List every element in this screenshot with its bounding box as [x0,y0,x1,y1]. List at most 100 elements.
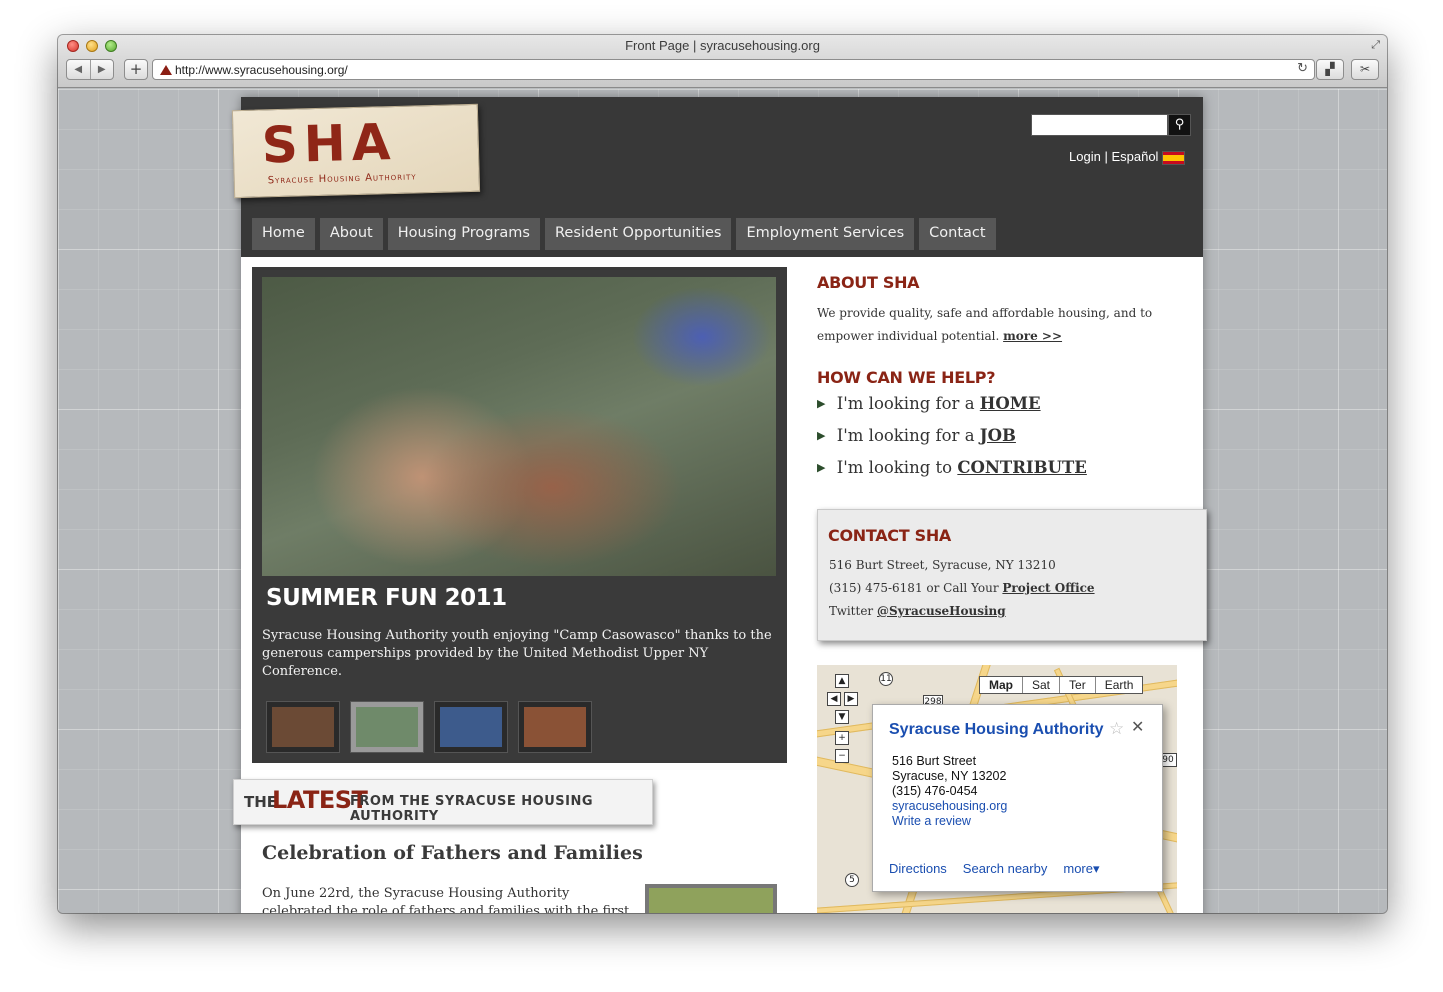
browser-toolbar: Front Page | syracusehousing.org ⤢ ◀ ▶ +… [58,35,1387,88]
close-icon[interactable]: ✕ [1131,717,1144,736]
slideshow-thumbnail[interactable] [518,701,592,753]
info-window-title[interactable]: Syracuse Housing Authority [889,721,1104,739]
hero-photo[interactable] [262,277,776,576]
contact-twitter: Twitter @SyracuseHousing [829,604,1006,618]
search-button[interactable]: ⚲ [1168,114,1191,136]
star-icon[interactable]: ☆ [1109,719,1124,739]
url-text[interactable]: http://www.syracusehousing.org/ [175,63,348,77]
info-phone: (315) 476-0454 [892,784,978,798]
nav-item-home[interactable]: Home [252,218,315,250]
nav-item-about[interactable]: About [319,218,383,250]
feature-slideshow: SUMMER FUN 2011 Syracuse Housing Authori… [252,267,787,763]
arrow-right-icon: ▶ [817,461,826,474]
post-thumbnail[interactable] [645,884,777,913]
nav-item-employment-services[interactable]: Employment Services [736,218,915,250]
zoom-out-icon[interactable]: − [835,749,849,763]
search-nearby-link[interactable]: Search nearby [963,861,1048,877]
nav-item-resident-opportunities[interactable]: Resident Opportunities [545,218,732,250]
help-item-job: ▶ I'm looking for a JOB [817,426,1087,458]
map-type-control: Map Sat Ter Earth [979,676,1144,694]
about-text: We provide quality, safe and affordable … [817,302,1157,348]
back-forward-buttons: ◀ ▶ [66,59,114,80]
sha-logo[interactable]: SHA Syracuse Housing Authority [231,103,481,199]
info-review-link[interactable]: Write a review [892,814,971,828]
hero-caption: SUMMER FUN 2011 [266,585,507,611]
fullscreen-icon[interactable]: ⤢ [1371,38,1380,52]
slideshow-thumbnail[interactable] [434,701,508,753]
pan-right-icon[interactable]: ▶ [844,692,858,706]
chevron-down-icon: ▾ [1092,861,1100,876]
search-icon: ⚲ [1174,117,1185,132]
map-type-map[interactable]: Map [980,677,1022,693]
browser-window: Front Page | syracusehousing.org ⤢ ◀ ▶ +… [58,35,1387,913]
twitter-label: Twitter [829,604,874,618]
info-city: Syracuse, NY 13202 [892,769,1007,783]
info-website-link[interactable]: syracusehousing.org [892,799,1007,813]
contact-address: 516 Burt Street, Syracuse, NY 13210 [829,558,1056,572]
forward-arrow-icon[interactable]: ▶ [89,60,114,79]
hero-description: Syracuse Housing Authority youth enjoyin… [262,628,772,679]
map-type-earth[interactable]: Earth [1094,677,1143,693]
reload-icon[interactable]: ↻ [1297,61,1308,76]
contact-phone: (315) 475-6181 or Call Your Project Offi… [829,581,1095,595]
pan-up-icon[interactable]: ▲ [835,674,849,688]
post-title[interactable]: Celebration of Fathers and Families [262,842,643,864]
map-type-ter[interactable]: Ter [1059,677,1095,693]
about-heading: ABOUT SHA [817,273,920,292]
map-type-sat[interactable]: Sat [1022,677,1059,693]
about-more-link[interactable]: more >> [1003,329,1062,343]
help-link-home[interactable]: HOME [980,394,1041,413]
add-bookmark-button[interactable]: + [124,59,148,80]
main-nav: Home About Housing Programs Resident Opp… [252,218,996,250]
help-heading: HOW CAN WE HELP? [817,368,996,387]
slideshow-thumbnail[interactable] [350,701,424,753]
arrow-right-icon: ▶ [817,397,826,410]
pan-left-icon[interactable]: ◀ [827,692,841,706]
contact-phone-text: (315) 475-6181 or Call Your [829,581,999,595]
help-link-job[interactable]: JOB [980,426,1016,445]
site-container: SHA Syracuse Housing Authority ⚲ Login |… [231,97,1207,913]
zoom-in-icon[interactable]: + [835,731,849,745]
tab-overview-button[interactable]: ▞ [1316,59,1344,80]
top-links: Login | Español [1069,149,1158,164]
help-item-home: ▶ I'm looking for a HOME [817,394,1087,426]
slideshow-thumbnail[interactable] [266,701,340,753]
map-info-window: Syracuse Housing Authority ☆ ✕ 516 Burt … [872,704,1163,892]
post-excerpt: On June 22rd, the Syracuse Housing Autho… [262,886,630,913]
login-link[interactable]: Login [1069,149,1101,164]
latest-banner: THE LATEST FROM THE SYRACUSE HOUSING AUT… [233,779,653,825]
site-header: SHA Syracuse Housing Authority ⚲ Login |… [231,97,1203,257]
project-office-link[interactable]: Project Office [1002,581,1094,595]
page-viewport: SHA Syracuse Housing Authority ⚲ Login |… [58,89,1387,913]
top-links-separator: | [1104,149,1108,164]
map-route-label: 11 [879,672,893,686]
google-map[interactable]: Map Sat Ter Earth ▲ ◀ ▶ ▼ + − 11 298 90 … [817,665,1177,913]
more-link[interactable]: more▾ [1063,861,1099,877]
back-arrow-icon[interactable]: ◀ [67,60,90,79]
screenshot-button[interactable]: ✂ [1351,59,1379,80]
help-item-prefix: I'm looking for a [836,394,975,413]
logo-mark: SHA [261,112,398,175]
help-item-contribute: ▶ I'm looking to CONTRIBUTE [817,458,1087,490]
info-street: 516 Burt Street [892,754,977,768]
contact-box: CONTACT SHA 516 Burt Street, Syracuse, N… [817,509,1207,641]
map-route-label: 5 [845,873,859,887]
window-title: Front Page | syracusehousing.org [625,38,820,53]
twitter-handle-link[interactable]: @SyracuseHousing [877,604,1006,618]
address-bar[interactable]: http://www.syracusehousing.org/ ↻ [152,59,1315,80]
spain-flag-icon[interactable] [1162,151,1185,165]
slideshow-thumbnails [266,701,592,753]
info-window-actions: Directions Search nearby more▾ [889,861,1100,877]
pan-down-icon[interactable]: ▼ [835,710,849,724]
nav-item-contact[interactable]: Contact [919,218,996,250]
help-list: ▶ I'm looking for a HOME ▶ I'm looking f… [817,394,1087,490]
help-link-contribute[interactable]: CONTRIBUTE [957,458,1087,477]
directions-link[interactable]: Directions [889,861,947,877]
espanol-link[interactable]: Español [1111,149,1158,164]
nav-item-housing-programs[interactable]: Housing Programs [387,218,540,250]
arrow-right-icon: ▶ [817,429,826,442]
help-item-prefix: I'm looking to [836,458,953,477]
contact-heading: CONTACT SHA [828,526,952,545]
search-input[interactable] [1031,114,1168,136]
latest-subheading: FROM THE SYRACUSE HOUSING AUTHORITY [350,794,594,824]
